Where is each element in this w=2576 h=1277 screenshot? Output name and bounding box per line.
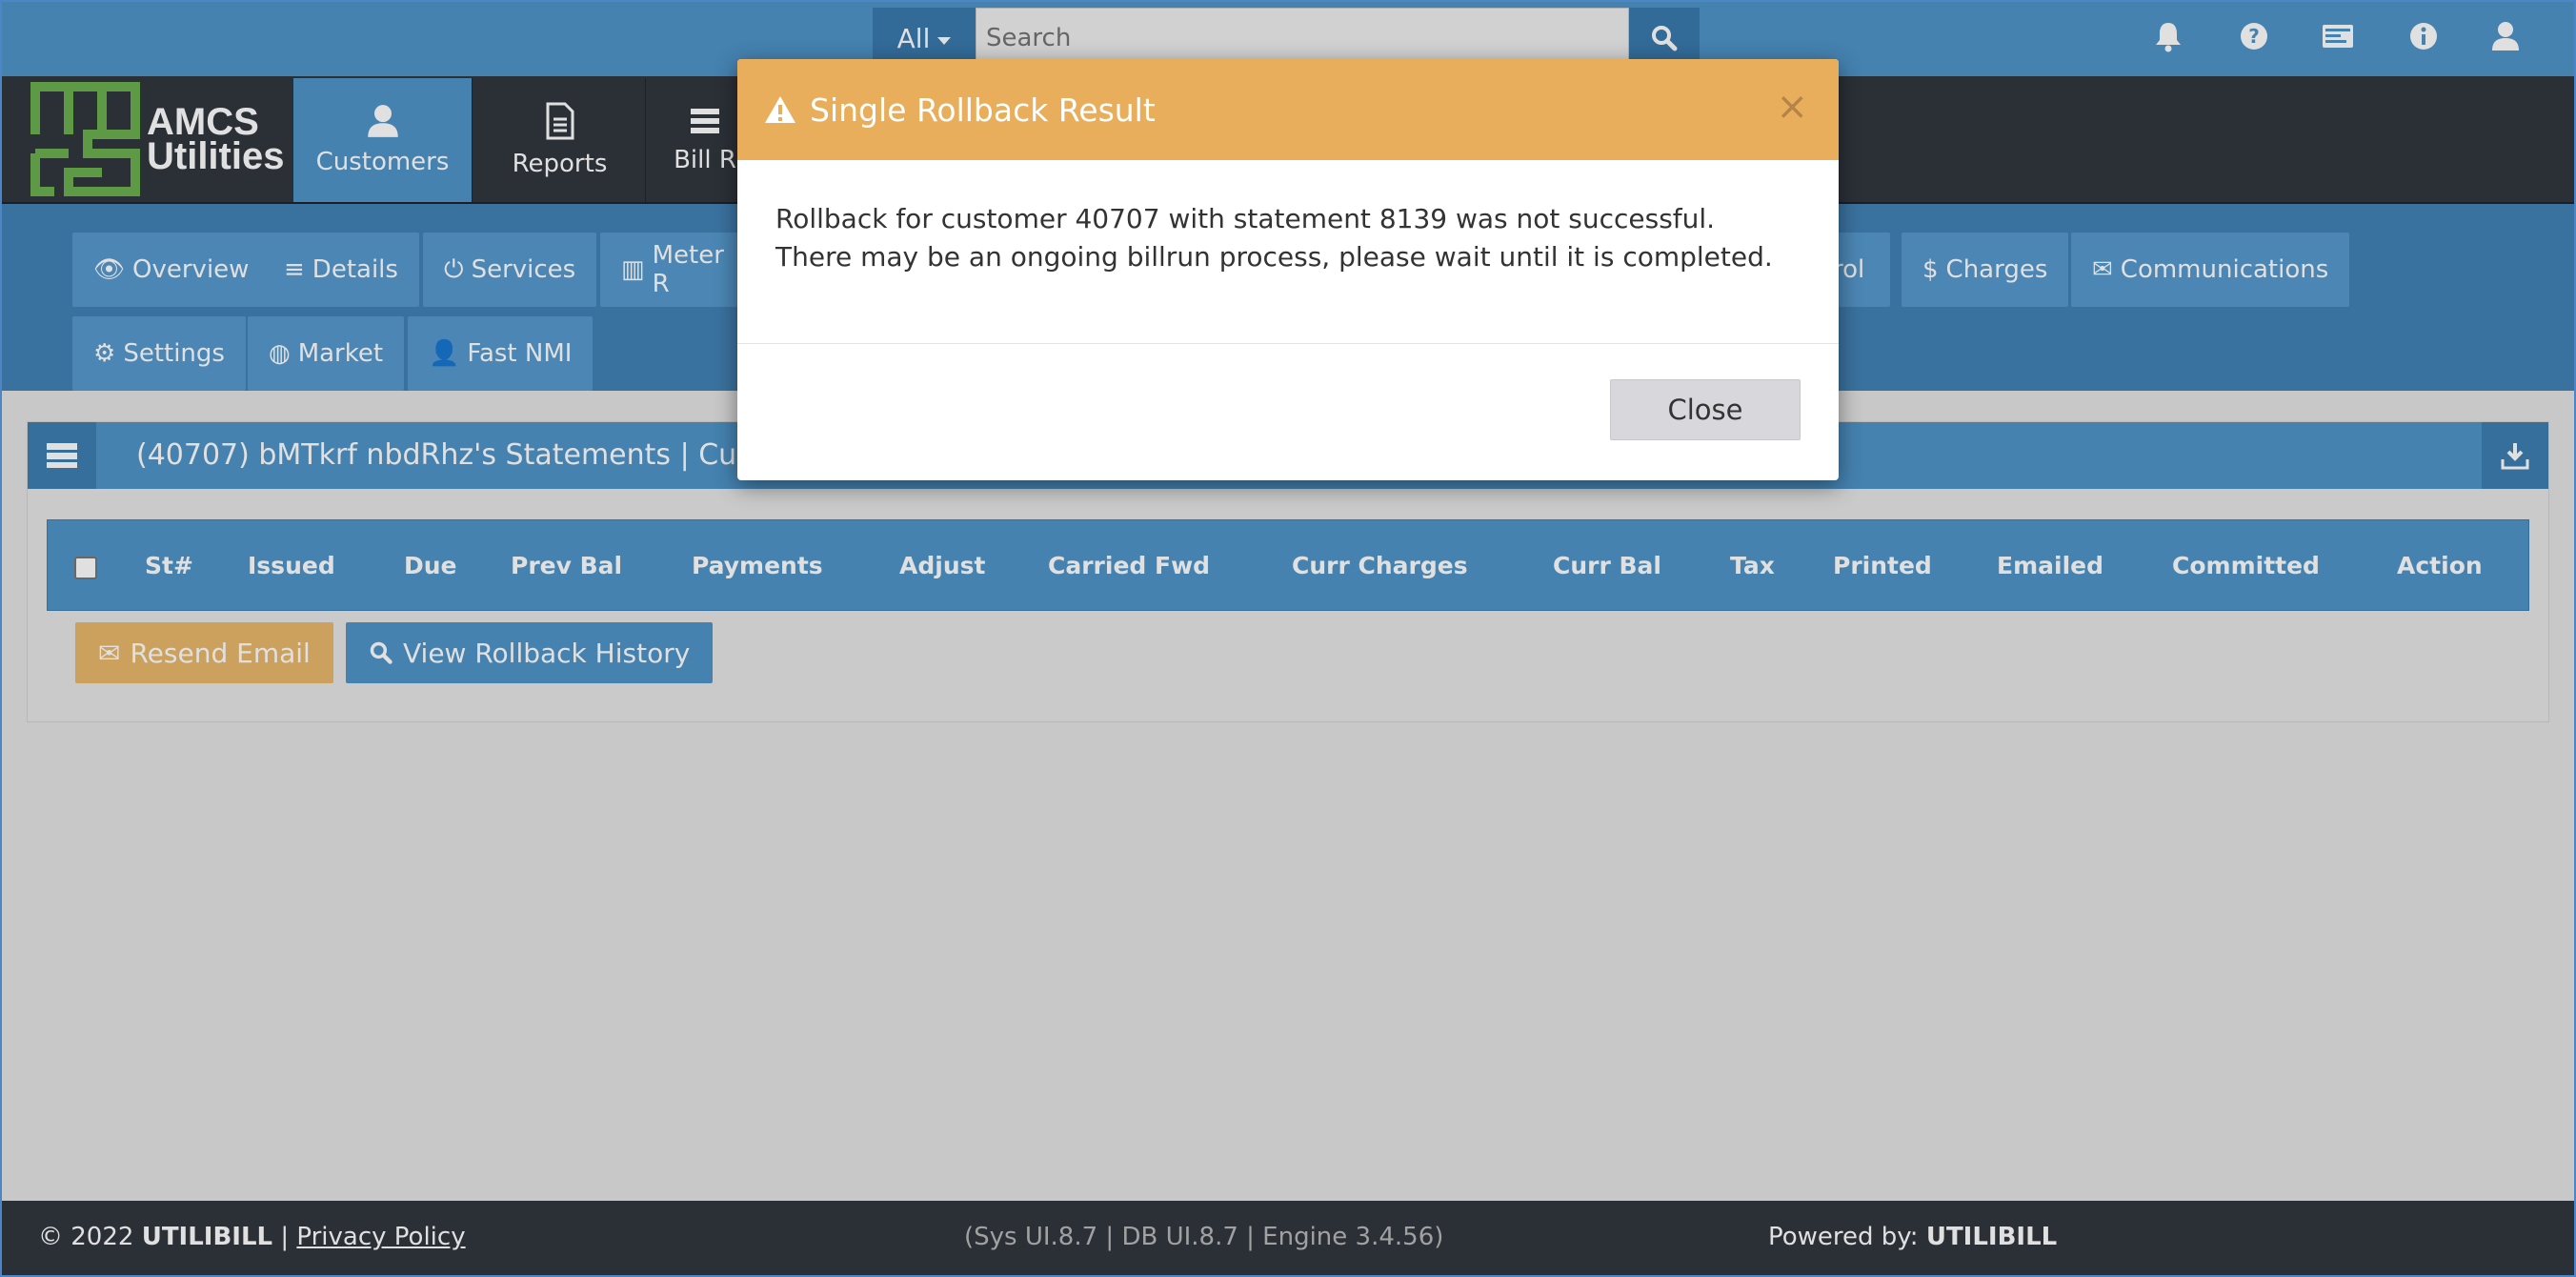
warning-icon (765, 96, 795, 123)
modal-header: Single Rollback Result × (737, 59, 1839, 160)
modal-close-x[interactable]: × (1776, 88, 1808, 126)
modal-message-line1: Rollback for customer 40707 with stateme… (775, 203, 1716, 234)
modal-title: Single Rollback Result (810, 91, 1156, 129)
modal-divider (737, 343, 1839, 344)
modal-message-line2: There may be an ongoing billrun process,… (775, 241, 1773, 273)
close-button[interactable]: Close (1610, 379, 1801, 440)
modal-message: Rollback for customer 40707 with stateme… (775, 200, 1804, 276)
rollback-result-modal: Single Rollback Result × Rollback for cu… (737, 59, 1839, 480)
